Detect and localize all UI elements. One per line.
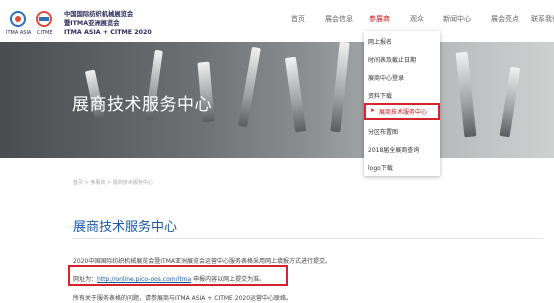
menu-item-schedule-deadlines[interactable]: 时间表及截止日期 bbox=[368, 55, 416, 64]
banner-decoration bbox=[455, 51, 477, 138]
logo-badge-right: CITME bbox=[37, 30, 53, 36]
breadcrumb-separator: > bbox=[84, 180, 89, 186]
arrow-right-icon: ➤ bbox=[370, 107, 376, 114]
logo-line-2: 暨ITMA亚洲展览会 bbox=[64, 20, 120, 27]
banner-title: 展商技术服务中心 bbox=[72, 95, 212, 115]
contact-paragraph: 所有关于服务表格的问题，请参展商与ITMA ASIA + CITME 2020运… bbox=[73, 295, 293, 302]
banner-decoration bbox=[238, 46, 261, 128]
url-highlight-box bbox=[68, 265, 288, 286]
menu-item-technical-service-center[interactable]: ➤ 展商技术服务中心 bbox=[364, 103, 440, 120]
nav-news[interactable]: 新闻中心 bbox=[443, 14, 471, 24]
nav-highlights[interactable]: 展会亮点 bbox=[491, 14, 519, 24]
title-divider bbox=[73, 238, 543, 239]
menu-item-2018-exhibitor-search[interactable]: 2018届全展商查询 bbox=[368, 145, 419, 154]
breadcrumb-exhibitors[interactable]: 参展商 bbox=[90, 180, 105, 186]
banner-decoration bbox=[284, 56, 307, 133]
menu-item-downloads[interactable]: 资料下载 bbox=[368, 91, 392, 100]
hero-banner: 展商技术服务中心 bbox=[0, 42, 554, 158]
logo[interactable]: ITMA ASIA CITME bbox=[4, 8, 60, 36]
site-header: ITMA ASIA CITME 中国国际纺织机械展览会 暨ITMA亚洲展览会 I… bbox=[0, 0, 554, 42]
banner-decoration bbox=[499, 66, 521, 138]
menu-item-logo-download[interactable]: logo下载 bbox=[368, 163, 393, 172]
nav-home[interactable]: 首页 bbox=[291, 14, 305, 24]
breadcrumb-separator: > bbox=[107, 180, 112, 186]
menu-item-online-registration[interactable]: 网上报名 bbox=[368, 37, 392, 46]
breadcrumb: 首页 > 参展商 > 展商技术服务中心 bbox=[73, 179, 153, 186]
menu-item-exhibitor-login[interactable]: 展商中心登录 bbox=[368, 73, 404, 82]
nav-exhibition-info[interactable]: 展会信息 bbox=[325, 14, 353, 24]
nav-visitors[interactable]: 观众 bbox=[410, 14, 424, 24]
breadcrumb-current: 展商技术服务中心 bbox=[112, 180, 153, 186]
logo-badge-left: ITMA ASIA bbox=[6, 30, 32, 36]
logo-text: 中国国际纺织机械展览会 暨ITMA亚洲展览会 ITMA ASIA + CITME… bbox=[64, 10, 152, 37]
intro-paragraph: 2020中国国际纺织机械展览会暨ITMA亚洲展览会运营中心服务表格采用网上填报方… bbox=[73, 258, 331, 265]
breadcrumb-home[interactable]: 首页 bbox=[73, 180, 83, 186]
nav-contact[interactable]: 联系我们 bbox=[531, 14, 554, 24]
nav-exhibitors[interactable]: 参展商 bbox=[369, 14, 390, 24]
menu-item-floor-plan[interactable]: 分区布置图 bbox=[368, 127, 398, 136]
logo-graphic-icon: ITMA ASIA CITME bbox=[6, 11, 53, 36]
page-title: 展商技术服务中心 bbox=[73, 220, 178, 235]
logo-line-1: 中国国际纺织机械展览会 bbox=[64, 11, 134, 18]
banner-decoration bbox=[330, 42, 350, 133]
logo-line-3: ITMA ASIA + CITME 2020 bbox=[64, 29, 152, 36]
menu-item-label: 展商技术服务中心 bbox=[379, 109, 428, 116]
